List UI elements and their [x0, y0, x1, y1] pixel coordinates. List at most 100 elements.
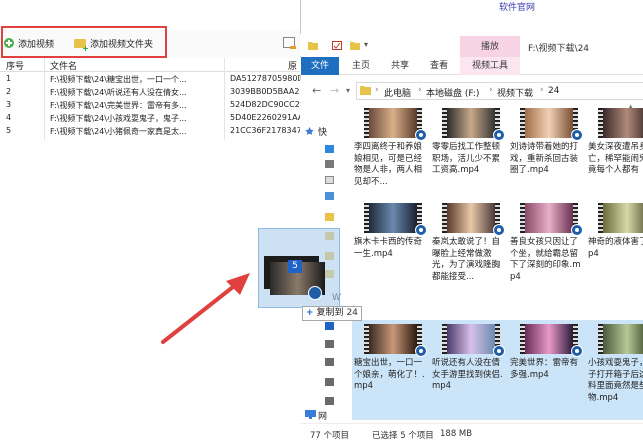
file-tile[interactable]: 李四离终于和养娘娘相见，可是已经物是人非，两人相见却不...	[352, 104, 430, 204]
row-md5: 21CC36F2178347C	[230, 126, 302, 135]
document-icon[interactable]	[325, 176, 334, 184]
video-thumbnail	[598, 203, 643, 233]
copy-verb: 复制到	[316, 308, 344, 318]
tab-home[interactable]: 主页	[352, 57, 370, 75]
file-tile[interactable]: 秦岚太敢说了！自曝脸上经常做激光，为了演戏隆胸都能接受...	[430, 199, 508, 299]
context-tab-play[interactable]: 播放	[460, 39, 520, 52]
video-thumbnail	[520, 203, 578, 233]
drive-icon[interactable]	[325, 358, 334, 366]
tab-view[interactable]: 查看	[430, 57, 448, 75]
recent-dropdown-icon[interactable]: ▾	[346, 86, 350, 95]
breadcrumb-separator: ›	[540, 85, 544, 95]
column-header-name[interactable]: 文件名	[50, 59, 77, 72]
file-tile[interactable]: 旗木卡卡西的传奇一生.mp4	[352, 199, 430, 299]
video-thumbnail	[520, 324, 578, 354]
properties-icon[interactable]	[332, 41, 342, 50]
file-tile[interactable]: 善良女孩只因让了个坐，就给霸总留下了深刻的印象.mp4	[508, 199, 586, 299]
video-thumbnail	[598, 108, 643, 138]
breadcrumb-separator: ›	[489, 85, 493, 95]
drive-icon[interactable]	[325, 340, 334, 348]
add-folder-button[interactable]: 添加视频文件夹	[74, 36, 153, 53]
breadcrumb-drive[interactable]: 本地磁盘 (F:)	[426, 86, 479, 99]
video-thumbnail	[364, 203, 422, 233]
desktop-icon[interactable]	[325, 145, 334, 153]
file-tile[interactable]: 糖宝出世，一口一个娘亲，萌化了！.mp4	[352, 320, 430, 420]
breadcrumb-video-download[interactable]: 视频下载	[497, 86, 533, 99]
file-name: 神奇的液体害了.mp4	[588, 237, 643, 259]
file-tile[interactable]: 完美世界：雷帝有多强.mp4	[508, 320, 586, 420]
video-badge-icon	[493, 224, 505, 236]
add-video-label: 添加视频	[18, 39, 55, 50]
folder-add-icon	[74, 38, 89, 53]
add-video-button[interactable]: 添加视频	[4, 36, 54, 50]
file-tile[interactable]: 神奇的液体害了.mp4	[586, 199, 643, 299]
tab-file[interactable]: 文件	[301, 57, 339, 75]
breadcrumb-this-pc[interactable]: 此电脑	[384, 86, 411, 99]
video-badge-icon	[571, 129, 583, 141]
folder-icon[interactable]	[325, 213, 334, 221]
file-tile[interactable]: 刘诗诗带着她的打戏，重新杀回古装圈了.mp4	[508, 104, 586, 204]
back-arrow-icon[interactable]: ←	[312, 84, 321, 97]
video-thumbnail	[442, 324, 500, 354]
table-row[interactable]: 4 F:\视频下载\24\小孩戏耍鬼子，鬼子... 5D40E2260291AA…	[0, 112, 302, 125]
row-number: 4	[6, 113, 12, 122]
video-badge-icon	[415, 224, 427, 236]
file-tile[interactable]: 听说还有人没在倩女手游里找到侠侣.mp4	[430, 320, 508, 420]
row-number: 5	[6, 126, 12, 135]
table-row[interactable]: 1 F:\视频下载\24\糖宝出世，一口一个... DA51278705980D…	[0, 73, 302, 86]
table-row[interactable]: 3 F:\视频下载\24\完美世界：雷帝有多... 524D82DC90CC2B…	[0, 99, 302, 112]
table-row[interactable]: 2 F:\视频下载\24\听说还有人没在倩女... 3039BB0D5BAA23…	[0, 86, 302, 99]
row-md5: 3039BB0D5BAA237	[230, 87, 302, 96]
file-tile[interactable]: 美女深夜遭吊身亡，稀罕能闹鬼，竟每个人都有	[586, 104, 643, 204]
nav-item-quick-access[interactable]: 快	[318, 125, 327, 138]
row-filename: F:\视频下载\24\小孩戏耍鬼子，鬼子...	[50, 114, 187, 123]
new-folder-icon[interactable]	[350, 41, 360, 50]
row-number: 2	[6, 87, 12, 96]
file-name: 完美世界：雷帝有多强.mp4	[510, 358, 579, 380]
picture-icon[interactable]	[325, 192, 334, 200]
window-title: F:\视频下载\24	[528, 44, 590, 54]
video-icon[interactable]	[325, 322, 334, 330]
file-tile[interactable]: 零零后找工作整顿职场，活儿少不累工资高.mp4	[430, 104, 508, 204]
selection-count: 已选择 5 个项目	[372, 431, 434, 441]
video-thumbnail	[364, 108, 422, 138]
drive-icon[interactable]	[325, 397, 334, 405]
qat-dropdown-icon[interactable]: ▾	[364, 40, 368, 49]
star-icon	[305, 127, 314, 135]
table-row[interactable]: 5 F:\视频下载\24\小猪佩奇一家真是太... 21CC36F2178347…	[0, 125, 302, 138]
row-md5: 5D40E2260291AA5	[230, 113, 302, 122]
nav-item-network[interactable]: 网	[318, 409, 327, 422]
video-badge-icon	[571, 345, 583, 357]
drive-icon[interactable]	[325, 378, 334, 386]
selection-size: 188 MB	[440, 429, 473, 439]
video-thumbnail	[442, 203, 500, 233]
row-filename: F:\视频下载\24\听说还有人没在倩女...	[50, 88, 187, 97]
video-badge-icon	[493, 345, 505, 357]
row-number: 3	[6, 100, 12, 109]
video-thumbnail	[364, 324, 422, 354]
forward-arrow-icon[interactable]: →	[330, 84, 339, 97]
plus-icon: +	[306, 308, 314, 318]
add-icon	[4, 38, 14, 48]
file-name: 善良女孩只因让了个坐，就给霸总留下了深刻的印象.mp4	[510, 237, 581, 282]
video-badge-icon	[415, 345, 427, 357]
file-name: 小孩戏耍鬼子，鬼子打开箱子后这不料里面竟然是些衣物.mp4	[588, 358, 643, 403]
row-number: 1	[6, 74, 12, 83]
row-md5: DA51278705980D4	[230, 74, 302, 83]
edit-icon[interactable]	[283, 37, 296, 49]
tab-share[interactable]: 共享	[391, 57, 409, 75]
column-header-md5[interactable]: 原	[288, 59, 297, 72]
file-name: 旗木卡卡西的传奇一生.mp4	[354, 237, 423, 259]
copy-target: 24	[346, 308, 358, 318]
file-name: 听说还有人没在倩女手游里找到侠侣.mp4	[432, 358, 503, 391]
row-filename: F:\视频下载\24\完美世界：雷帝有多...	[50, 101, 187, 110]
column-header-no[interactable]: 序号	[6, 59, 24, 72]
download-icon[interactable]	[325, 160, 334, 168]
video-badge-icon	[493, 129, 505, 141]
official-site-link[interactable]: 软件官网	[499, 0, 535, 14]
file-name: 零零后找工作整顿职场，活儿少不累工资高.mp4	[432, 142, 501, 175]
breadcrumb-current[interactable]: 24	[548, 86, 559, 96]
file-name: 李四离终于和养娘娘相见，可是已经物是人非，两人相见却不...	[354, 142, 423, 187]
tab-video-tools[interactable]: 视频工具	[460, 57, 520, 75]
file-tile[interactable]: 小孩戏耍鬼子，鬼子打开箱子后这不料里面竟然是些衣物.mp4	[586, 320, 643, 420]
